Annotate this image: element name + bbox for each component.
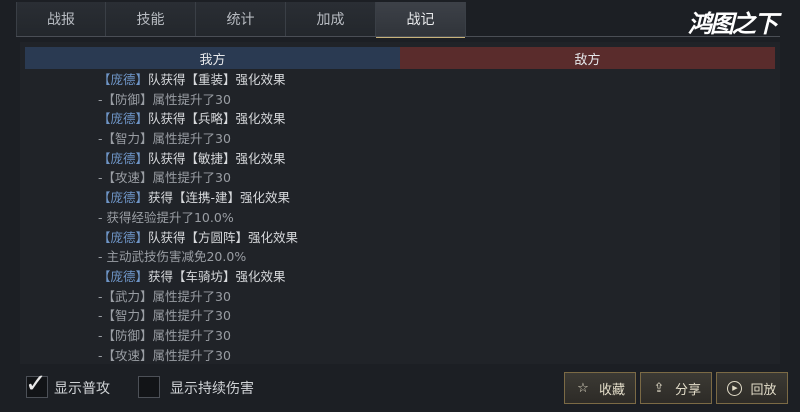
log-entry: 【庞德】队获得【方圆阵】强化效果 [98, 228, 438, 248]
show-normal-attack-checkbox[interactable]: ✓ [25, 371, 48, 398]
collect-button[interactable]: ☆ 收藏 [564, 372, 636, 404]
log-detail: -【智力】属性提升了30 [98, 308, 231, 324]
game-logo: 鸿图之下 [688, 9, 778, 38]
log-text: 队获得【方圆阵】强化效果 [148, 229, 299, 245]
tab-bonus[interactable]: 加成 [286, 2, 376, 36]
show-normal-attack-label[interactable]: 显示普攻 [54, 378, 110, 398]
tab-statistics[interactable]: 统计 [196, 2, 286, 36]
side-header: 我方 敌方 [25, 47, 775, 69]
log-entry: 【庞德】获得【车骑坊】强化效果 [98, 267, 438, 287]
show-dot-label[interactable]: 显示持续伤害 [170, 378, 254, 398]
share-button[interactable]: ⇪ 分享 [640, 372, 712, 404]
log-detail: -【智力】属性提升了30 [98, 131, 231, 147]
log-entry: 【庞德】队获得【敏捷】强化效果 [98, 149, 438, 169]
log-entry: 【庞德】获得【连携-建】强化效果 [98, 188, 438, 208]
general-name: 【庞德】 [98, 268, 149, 284]
general-name: 【庞德】 [98, 229, 149, 245]
general-name: 【庞德】 [98, 190, 149, 206]
battle-log-panel: 我方 敌方 【庞德】队获得【重装】强化效果 -【防御】属性提升了30 【庞德】队… [20, 42, 780, 364]
tabs: 战报 技能 统计 加成 战记 [16, 0, 466, 38]
show-dot-checkbox[interactable] [138, 376, 160, 398]
log-detail: - 主动武技伤害减免20.0% [98, 249, 247, 265]
tab-battle-report[interactable]: 战报 [16, 2, 106, 36]
enemy-side-header: 敌方 [400, 47, 775, 69]
log-text: 队获得【重装】强化效果 [148, 72, 286, 87]
log-text: 队获得【兵略】强化效果 [148, 111, 286, 127]
log-text: 获得【车骑坊】强化效果 [148, 268, 286, 284]
share-label: 分享 [674, 382, 701, 398]
general-name: 【庞德】 [98, 150, 149, 166]
replay-label: 回放 [750, 382, 777, 398]
log-detail: -【武力】属性提升了30 [98, 288, 231, 304]
log-entry: 【庞德】队获得【兵略】强化效果 [98, 109, 438, 129]
log-detail: -【攻速】属性提升了30 [98, 170, 231, 186]
our-side-header: 我方 [25, 47, 400, 69]
tab-battle-log[interactable]: 战记 [376, 2, 466, 38]
log-detail: - 获得经验提升了10.0% [98, 209, 234, 225]
tab-divider [16, 36, 780, 37]
log-text: 获得【连携-建】强化效果 [148, 190, 291, 206]
collect-label: 收藏 [598, 382, 625, 398]
log-text: 队获得【敏捷】强化效果 [148, 150, 286, 166]
play-icon: ▶ [727, 380, 743, 396]
log-detail: -【防御】属性提升了30 [98, 91, 231, 107]
share-icon: ⇪ [653, 380, 665, 396]
footer-bar: ✓ 显示普攻 显示持续伤害 ☆ 收藏 ⇪ 分享 ▶ 回放 [0, 364, 800, 412]
general-name: 【庞德】 [98, 72, 149, 87]
general-name: 【庞德】 [98, 111, 149, 127]
tab-bar: 战报 技能 统计 加成 战记 [0, 0, 800, 38]
battle-log-list[interactable]: 【庞德】队获得【重装】强化效果 -【防御】属性提升了30 【庞德】队获得【兵略】… [98, 70, 438, 365]
log-entry: 【庞德】队获得【重装】强化效果 [98, 70, 438, 90]
star-icon: ☆ [577, 380, 589, 396]
checkmark-icon: ✓ [25, 369, 47, 399]
log-detail: -【防御】属性提升了30 [98, 327, 231, 343]
replay-button[interactable]: ▶ 回放 [716, 372, 788, 404]
log-detail: -【攻速】属性提升了30 [98, 347, 231, 363]
tab-skills[interactable]: 技能 [106, 2, 196, 36]
